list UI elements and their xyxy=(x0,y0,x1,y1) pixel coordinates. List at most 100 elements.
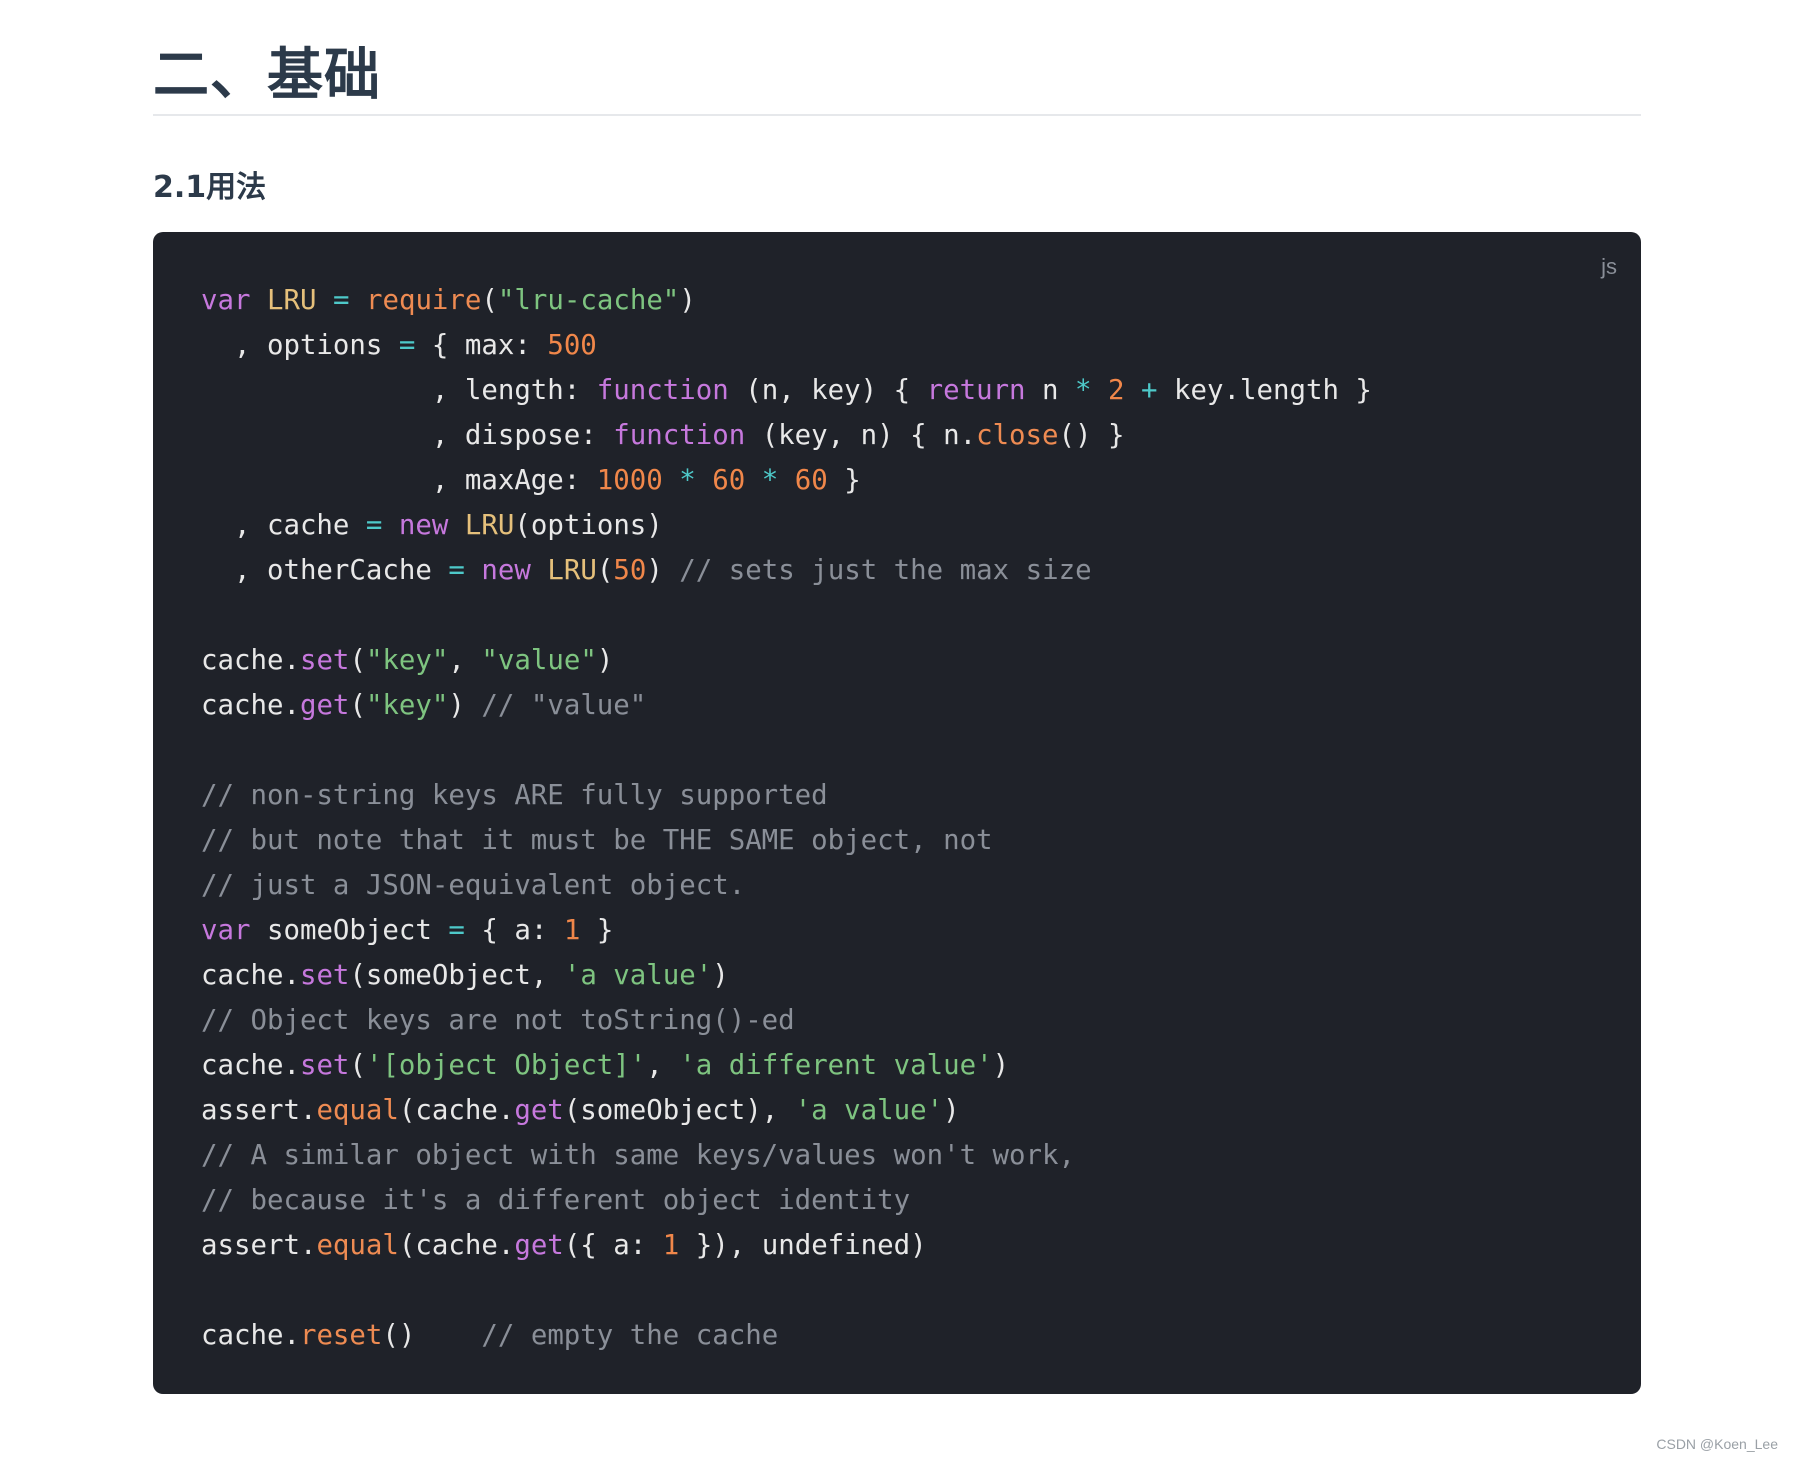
watermark: CSDN @Koen_Lee xyxy=(1656,1436,1778,1452)
code-line: // just a JSON-equivalent object. xyxy=(201,863,1372,908)
code-token-plain-text: ( xyxy=(349,690,366,721)
code-token-comment: // empty the cache xyxy=(481,1320,779,1351)
code-token-keyword: function xyxy=(596,375,729,406)
code-token-comment: // sets just the max size xyxy=(679,555,1092,586)
code-token-operator: * xyxy=(1075,375,1092,406)
code-token-operator: = xyxy=(332,285,350,316)
code-token-keyword: var xyxy=(201,915,251,946)
code-token-plain-text: (cache. xyxy=(398,1230,515,1261)
code-token-plain-text: ) xyxy=(679,285,696,316)
code-token-number: 500 xyxy=(547,330,597,361)
code-token-operator: * xyxy=(679,465,696,496)
code-token-string: "key" xyxy=(365,645,449,676)
code-token-string: "key" xyxy=(365,690,449,721)
code-token-keyword: get xyxy=(299,690,350,721)
code-token-string: '[object Object]' xyxy=(365,1050,647,1081)
code-token-operator: = xyxy=(398,330,416,361)
code-token-plain-text: assert. xyxy=(201,1230,317,1261)
code-token-plain-text: cache. xyxy=(201,690,300,721)
code-token-plain-text: ({ a: xyxy=(563,1230,663,1261)
code-token-plain-text: , otherCache xyxy=(201,555,449,586)
code-line: cache.set(someObject, 'a value') xyxy=(201,953,1372,998)
code-token-keyword: new xyxy=(398,510,449,541)
code-line: , maxAge: 1000 * 60 * 60 } xyxy=(201,458,1372,503)
code-content[interactable]: var LRU = require("lru-cache") , options… xyxy=(201,278,1372,1358)
code-block[interactable]: js var LRU = require("lru-cache") , opti… xyxy=(153,232,1641,1394)
code-line: var LRU = require("lru-cache") xyxy=(201,278,1372,323)
code-token-plain-text: , dispose: xyxy=(201,420,614,451)
code-token-string: "lru-cache" xyxy=(497,285,680,316)
code-token-plain-text xyxy=(316,285,333,316)
code-token-plain-text xyxy=(745,465,762,496)
code-token-plain-text: (someObject, xyxy=(349,960,564,991)
code-token-number: 2 xyxy=(1108,375,1125,406)
code-token-plain-text: { max: xyxy=(415,330,548,361)
code-token-number: 1 xyxy=(563,915,581,946)
code-line: cache.reset() // empty the cache xyxy=(201,1313,1372,1358)
code-token-class-name: LRU xyxy=(266,285,317,316)
code-token-plain-text xyxy=(1092,375,1109,406)
code-token-operator: + xyxy=(1141,375,1158,406)
code-token-string: 'a value' xyxy=(563,960,713,991)
code-line: cache.set("key", "value") xyxy=(201,638,1372,683)
code-token-keyword: get xyxy=(514,1230,564,1261)
code-token-plain-text: ( xyxy=(596,555,614,586)
code-token-comment: // Object keys are not toString()-ed xyxy=(201,1005,795,1036)
code-token-operator: = xyxy=(365,510,383,541)
code-line: , otherCache = new LRU(50) // sets just … xyxy=(201,548,1372,593)
subsection-heading: 2.1用法 xyxy=(153,170,267,205)
code-token-class-name: LRU xyxy=(547,555,597,586)
code-token-function-name: require xyxy=(365,285,482,316)
code-token-keyword: set xyxy=(299,1050,350,1081)
code-line: cache.set('[object Object]', 'a differen… xyxy=(201,1043,1372,1088)
code-token-function-name: close xyxy=(976,420,1059,451)
code-token-plain-text: , xyxy=(646,1050,680,1081)
code-token-plain-text: }), undefined) xyxy=(679,1230,927,1261)
code-line: , dispose: function (key, n) { n.close()… xyxy=(201,413,1372,458)
code-token-plain-text: , xyxy=(448,645,482,676)
code-token-plain-text: ) xyxy=(712,960,729,991)
section-heading: 二、基础 xyxy=(153,0,1641,116)
code-token-string: "value" xyxy=(481,645,597,676)
code-line: var someObject = { a: 1 } xyxy=(201,908,1372,953)
code-token-plain-text: (options) xyxy=(514,510,663,541)
code-token-plain-text: (cache. xyxy=(398,1095,515,1126)
code-token-number: 60 xyxy=(712,465,746,496)
code-token-plain-text: ( xyxy=(349,645,366,676)
code-token-plain-text: (n, key) { xyxy=(728,375,927,406)
code-token-keyword: var xyxy=(201,285,251,316)
code-token-comment: // because it's a different object ident… xyxy=(201,1185,911,1216)
code-token-plain-text: { a: xyxy=(464,915,564,946)
code-token-number: 60 xyxy=(794,465,828,496)
code-token-plain-text: key.length } xyxy=(1157,375,1372,406)
code-token-string: 'a value' xyxy=(794,1095,944,1126)
code-token-plain-text: (key, n) { n. xyxy=(745,420,977,451)
code-line: // Object keys are not toString()-ed xyxy=(201,998,1372,1043)
code-token-number: 1 xyxy=(662,1230,680,1261)
code-line: assert.equal(cache.get(someObject), 'a v… xyxy=(201,1088,1372,1133)
code-token-plain-text: ) xyxy=(448,690,482,721)
code-token-plain-text: ( xyxy=(349,1050,366,1081)
code-token-plain-text: cache. xyxy=(201,1050,300,1081)
code-token-plain-text: ) xyxy=(992,1050,1010,1081)
code-token-plain-text xyxy=(448,510,465,541)
code-token-plain-text: n xyxy=(1025,375,1076,406)
code-line: // because it's a different object ident… xyxy=(201,1178,1372,1223)
code-token-plain-text: } xyxy=(827,465,861,496)
article: 二、基础 2.1用法 js var LRU = require("lru-cac… xyxy=(153,0,1641,1394)
code-token-string: 'a different value' xyxy=(679,1050,993,1081)
code-token-plain-text: ) xyxy=(596,645,614,676)
code-token-plain-text: cache. xyxy=(201,1320,300,1351)
code-token-plain-text xyxy=(349,285,366,316)
code-line: cache.get("key") // "value" xyxy=(201,683,1372,728)
code-token-plain-text: assert. xyxy=(201,1095,317,1126)
code-token-keyword: return xyxy=(926,375,1026,406)
code-token-plain-text: cache. xyxy=(201,960,300,991)
code-token-plain-text: , length: xyxy=(201,375,597,406)
code-line: , cache = new LRU(options) xyxy=(201,503,1372,548)
code-token-number: 1000 xyxy=(596,465,663,496)
code-token-plain-text: , maxAge: xyxy=(201,465,597,496)
